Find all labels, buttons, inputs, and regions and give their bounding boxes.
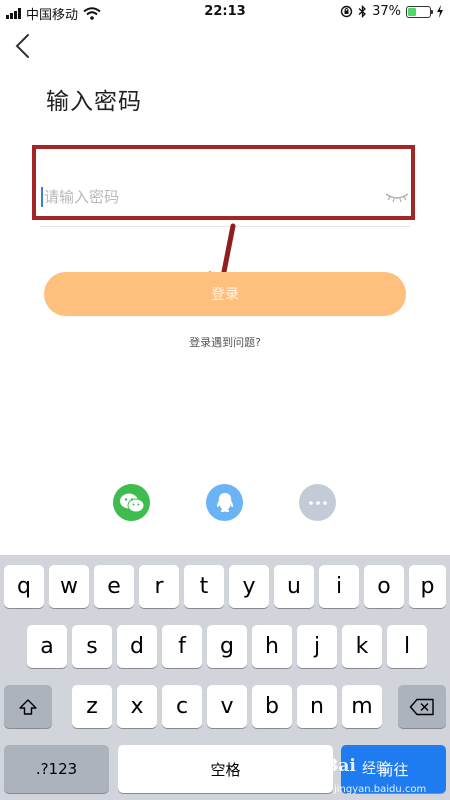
key-z[interactable]: z: [72, 685, 112, 728]
key-d[interactable]: d: [117, 625, 157, 668]
key-i[interactable]: i: [319, 565, 359, 608]
wechat-login-button[interactable]: [113, 484, 150, 521]
qq-icon: [216, 492, 233, 512]
key-j[interactable]: j: [297, 625, 337, 668]
bluetooth-icon: [358, 5, 367, 18]
battery-percent: 37%: [372, 4, 401, 19]
key-h[interactable]: h: [252, 625, 292, 668]
key-a[interactable]: a: [27, 625, 67, 668]
key-o[interactable]: o: [364, 565, 404, 608]
watermark-brand: Bai: [324, 756, 356, 776]
battery-icon: [406, 5, 433, 18]
key-f[interactable]: f: [162, 625, 202, 668]
key-v[interactable]: v: [207, 685, 247, 728]
key-g[interactable]: g: [207, 625, 247, 668]
shift-icon: [19, 698, 37, 715]
highlight-box: [32, 145, 415, 220]
key-l[interactable]: l: [387, 625, 427, 668]
battery-fill: [408, 7, 416, 16]
key-p[interactable]: p: [409, 565, 446, 608]
more-login-button[interactable]: [299, 484, 336, 521]
key-q[interactable]: q: [4, 565, 44, 608]
key-m[interactable]: m: [342, 685, 382, 728]
watermark-url: jingyan.baidu.com: [334, 784, 427, 795]
key-c[interactable]: c: [162, 685, 202, 728]
key-k[interactable]: k: [342, 625, 382, 668]
key-b[interactable]: b: [252, 685, 292, 728]
more-icon: [308, 500, 327, 505]
page-title: 输入密码: [46, 89, 142, 115]
key-x[interactable]: x: [117, 685, 157, 728]
status-right: 37%: [340, 4, 444, 19]
backspace-icon: [409, 698, 434, 715]
key-e[interactable]: e: [94, 565, 134, 608]
key-t[interactable]: t: [184, 565, 224, 608]
delete-key[interactable]: [398, 685, 446, 728]
login-help-link[interactable]: 登录遇到问题?: [0, 334, 450, 350]
key-s[interactable]: s: [72, 625, 112, 668]
numbers-key[interactable]: .?123: [4, 745, 109, 793]
key-r[interactable]: r: [139, 565, 179, 608]
shift-key[interactable]: [4, 685, 52, 728]
back-chevron-icon[interactable]: [12, 32, 36, 60]
watermark-sub: 经验: [362, 761, 390, 777]
login-button[interactable]: 登录: [44, 272, 406, 316]
baidu-watermark: Bai 经验 jingyan.baidu.com: [322, 742, 450, 800]
key-y[interactable]: y: [229, 565, 269, 608]
wechat-icon: [119, 493, 144, 512]
qq-login-button[interactable]: [206, 484, 243, 521]
key-u[interactable]: u: [274, 565, 314, 608]
status-bar: 中国移动 22:13 37%: [0, 0, 450, 24]
key-n[interactable]: n: [297, 685, 337, 728]
space-key[interactable]: 空格: [118, 745, 333, 793]
charging-icon: [437, 5, 443, 18]
key-w[interactable]: w: [49, 565, 89, 608]
orientation-lock-icon: [340, 5, 353, 18]
